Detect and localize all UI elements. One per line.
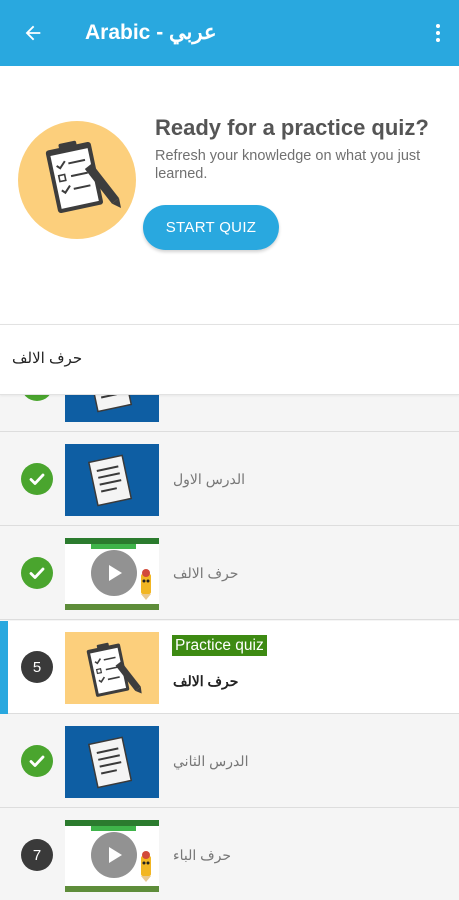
current-indicator: [0, 621, 8, 714]
video-thumbnail: [65, 820, 159, 892]
quiz-prompt-card: Ready for a practice quiz? Refresh your …: [0, 66, 459, 324]
document-thumbnail: [65, 444, 159, 516]
lesson-number-badge: 7: [21, 839, 53, 871]
lesson-row[interactable]: الدرس الاول: [0, 433, 459, 526]
lesson-row[interactable]: 7 حرف الباء: [0, 809, 459, 900]
quiz-prompt-heading: Ready for a practice quiz?: [155, 115, 429, 140]
start-quiz-button[interactable]: START QUIZ: [143, 205, 279, 250]
lesson-title: الدرس الثاني: [173, 753, 249, 769]
lesson-title: الدرس الاول: [173, 471, 246, 487]
pencil-character-icon: [137, 850, 155, 882]
lesson-number-badge: 5: [21, 651, 53, 683]
completed-check-icon: [21, 745, 53, 777]
app-screen: Arabic - عربي Ready for a practice quiz?…: [0, 0, 459, 900]
lesson-title: حرف الالف: [173, 565, 239, 581]
lesson-row-current[interactable]: 5 Practice quiz حرف الالف: [0, 621, 459, 714]
quiz-clipboard-icon: [18, 121, 136, 239]
quiz-prompt-description: Refresh your knowledge on what you just …: [155, 148, 421, 182]
pencil-character-icon: [137, 568, 155, 600]
more-vert-icon[interactable]: [431, 20, 445, 46]
section-header: حرف الالف: [0, 324, 459, 395]
lesson-title: حرف الباء: [173, 847, 232, 863]
lesson-row[interactable]: الدرس الثاني: [0, 715, 459, 808]
app-bar: Arabic - عربي: [0, 0, 459, 66]
arrow-left-icon: [25, 25, 41, 41]
play-icon[interactable]: [91, 832, 137, 878]
lesson-title: حرف الالف: [173, 673, 239, 689]
document-thumbnail: [65, 726, 159, 798]
section-title: حرف الالف: [12, 350, 83, 367]
quiz-thumbnail: [65, 632, 159, 704]
completed-check-icon: [21, 463, 53, 495]
play-icon[interactable]: [91, 550, 137, 596]
back-button[interactable]: [18, 18, 48, 48]
practice-quiz-tag: Practice quiz: [172, 635, 267, 656]
lesson-list[interactable]: الدرس الاول حرف الالف 5 Practice quiz حر…: [0, 326, 459, 900]
completed-check-icon: [21, 557, 53, 589]
lesson-row[interactable]: حرف الالف: [0, 527, 459, 620]
page-title: Arabic - عربي: [85, 21, 217, 44]
video-thumbnail: [65, 538, 159, 610]
